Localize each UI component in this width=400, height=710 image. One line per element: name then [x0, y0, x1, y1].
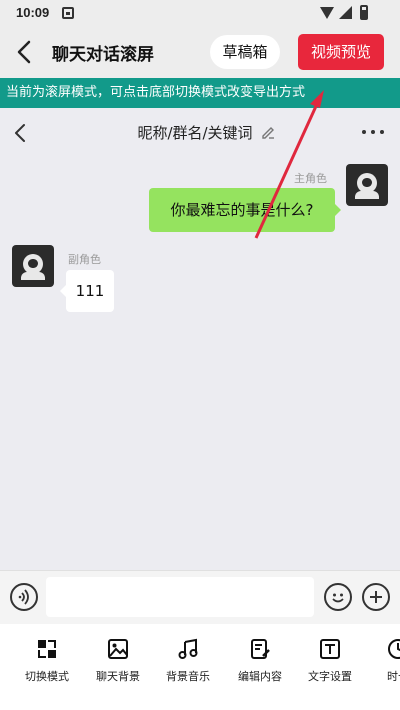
- bottom-toolbar: 切换模式 聊天背景 背景音乐 编辑内容 文字设置 时: [0, 624, 400, 710]
- voice-icon[interactable]: [10, 583, 38, 611]
- secondary-role-label: 副角色: [68, 253, 101, 266]
- add-plus-icon[interactable]: [362, 583, 390, 611]
- toolbar-label: 文字设置: [308, 670, 352, 683]
- signal-icon: [339, 6, 352, 19]
- switch-mode-icon: [38, 640, 56, 658]
- video-preview-button[interactable]: 视频预览: [298, 34, 384, 70]
- text-icon: [320, 639, 340, 659]
- message-text-input[interactable]: [46, 577, 314, 617]
- app-header: 聊天对话滚屏 草稿箱 视频预览: [0, 28, 400, 78]
- back-arrow-icon[interactable]: [14, 39, 36, 65]
- toolbar-edit-content[interactable]: 编辑内容: [230, 638, 290, 698]
- edit-icon: [251, 639, 270, 659]
- more-options-icon[interactable]: [362, 130, 384, 136]
- toolbar-label: 时长: [387, 670, 400, 683]
- toolbar-duration[interactable]: 时长: [368, 638, 400, 698]
- chat-header: 昵称/群名/关键词: [0, 108, 400, 158]
- toolbar-background-music[interactable]: 背景音乐: [158, 638, 218, 698]
- pencil-edit-icon[interactable]: [260, 124, 276, 140]
- secondary-role-avatar[interactable]: [12, 245, 54, 287]
- main-role-label: 主角色: [294, 172, 327, 185]
- message-bubble-main[interactable]: 你最难忘的事是什么?: [149, 188, 341, 232]
- toolbar-label: 聊天背景: [96, 670, 140, 683]
- message-input-bar: [0, 570, 400, 624]
- chat-name-wrap: 昵称/群名/关键词: [0, 122, 400, 143]
- toolbar-label: 编辑内容: [238, 670, 282, 683]
- toolbar-label: 背景音乐: [166, 670, 210, 683]
- clock-icon: [388, 639, 400, 659]
- status-bar: 10:09: [0, 0, 400, 28]
- chat-name[interactable]: 昵称/群名/关键词: [137, 124, 252, 142]
- wifi-icon: [320, 7, 334, 19]
- toolbar-chat-background[interactable]: 聊天背景: [88, 638, 148, 698]
- toolbar-label: 切换模式: [25, 670, 69, 683]
- image-icon: [108, 639, 128, 659]
- mode-notice-bar: 当前为滚屏模式，可点击底部切换模式改变导出方式: [0, 78, 400, 108]
- toolbar-switch-mode[interactable]: 切换模式: [17, 638, 77, 698]
- main-role-avatar[interactable]: [346, 164, 388, 206]
- drafts-button[interactable]: 草稿箱: [210, 35, 280, 69]
- emoji-icon[interactable]: [324, 583, 352, 611]
- page-title: 聊天对话滚屏: [52, 45, 154, 65]
- app-screen: 10:09 聊天对话滚屏 草稿箱 视频预览 当前为滚屏模式，可点击底部切换模式改…: [0, 0, 400, 710]
- music-icon: [178, 638, 198, 659]
- battery-icon: [360, 5, 368, 20]
- message-bubble-secondary[interactable]: 111: [60, 270, 114, 312]
- toolbar-text-settings[interactable]: 文字设置: [300, 638, 360, 698]
- status-time: 10:09: [16, 5, 50, 20]
- sim-icon: [62, 7, 74, 19]
